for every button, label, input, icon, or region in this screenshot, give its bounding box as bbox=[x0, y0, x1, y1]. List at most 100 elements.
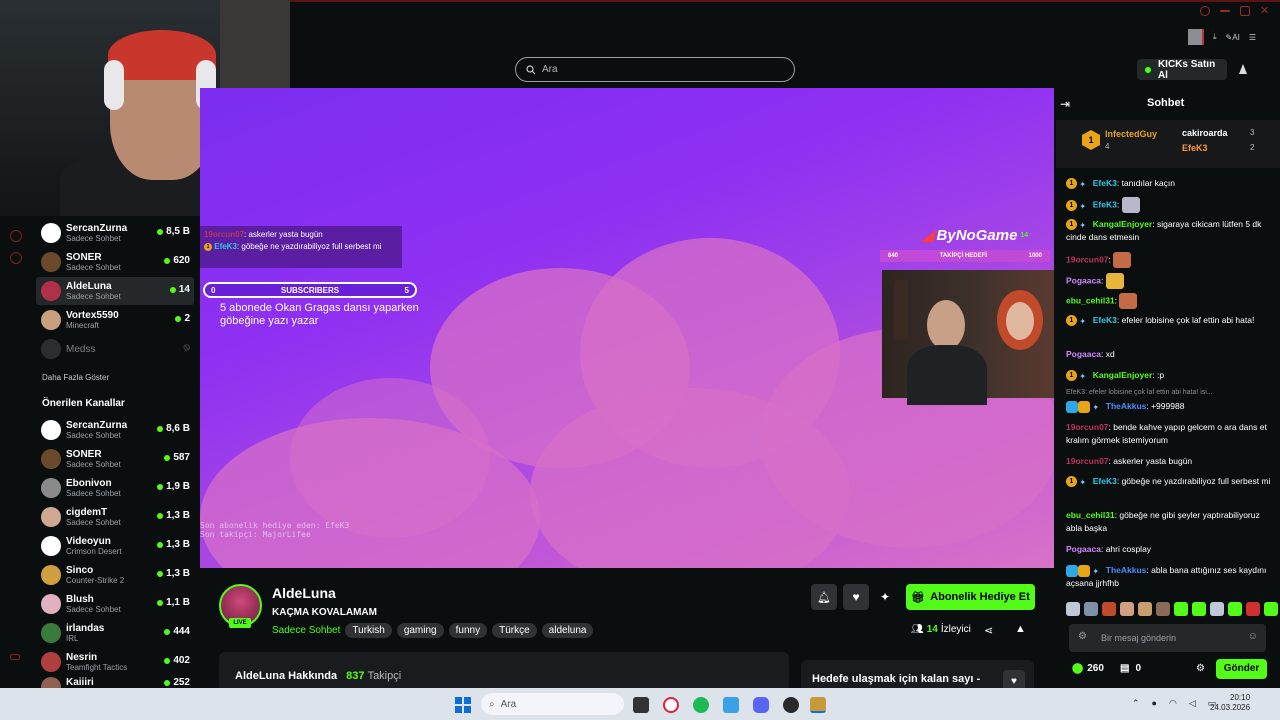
chat-username[interactable]: EfeK3 bbox=[1093, 178, 1117, 188]
chat-settings-icon[interactable]: ⚙ bbox=[1078, 631, 1087, 642]
tag-chip[interactable]: Türkçe bbox=[492, 623, 537, 638]
points-icon: ⬤ bbox=[1072, 663, 1084, 674]
share-icon[interactable]: ⋖ bbox=[984, 624, 993, 637]
emote-shortcut-icon[interactable] bbox=[1228, 602, 1242, 616]
emote-shortcut-icon[interactable] bbox=[1120, 602, 1134, 616]
wifi-icon[interactable]: ◠ bbox=[1169, 698, 1177, 709]
tag-chip[interactable]: Turkish bbox=[345, 623, 392, 638]
chat-username[interactable]: Pogaaca bbox=[1066, 349, 1101, 359]
channel-points[interactable]: ⬤ 260 bbox=[1072, 663, 1104, 674]
app-icon[interactable] bbox=[783, 697, 799, 713]
app-icon[interactable] bbox=[723, 697, 739, 713]
sidebar-item-recommended[interactable]: Kaiiiri 252 bbox=[36, 677, 194, 688]
emote-shortcut-icon[interactable] bbox=[1264, 602, 1278, 616]
chat-username[interactable]: TheAkkus bbox=[1106, 565, 1147, 575]
emote-shortcut-icon[interactable] bbox=[1174, 602, 1188, 616]
chat-username[interactable]: Pogaaca bbox=[1066, 544, 1101, 554]
emoji-icon[interactable]: ☺ bbox=[1248, 631, 1258, 642]
chat-message-input[interactable]: ⚙ Bir mesaj gönderin ☺ bbox=[1069, 624, 1266, 652]
guitar-shape bbox=[894, 280, 908, 340]
game-icon[interactable] bbox=[810, 697, 826, 713]
ai-button[interactable]: ✎AI bbox=[1226, 33, 1240, 42]
category-link[interactable]: Sadece Sohbet bbox=[272, 625, 340, 636]
chat-username[interactable]: 19orcun07 bbox=[1066, 456, 1109, 466]
sidebar-item-recommended[interactable]: cigdemT Sadece Sohbet 1,3 B bbox=[36, 503, 194, 531]
emote-shortcut-icon[interactable] bbox=[1192, 602, 1206, 616]
chat-message: 1 ✦ KangalEnjoyer: sigaraya cikicam lütf… bbox=[1066, 218, 1272, 244]
tag-chip[interactable]: gaming bbox=[396, 623, 444, 638]
sidebar-item-recommended[interactable]: Blush Sadece Sohbet 1,1 B bbox=[36, 590, 194, 618]
viewer-count: 14 bbox=[169, 284, 190, 295]
send-button[interactable]: Gönder bbox=[1216, 659, 1267, 679]
emote-shortcut-icon[interactable] bbox=[1138, 602, 1152, 616]
show-more-link[interactable]: Daha Fazla Göster bbox=[42, 373, 109, 382]
sidebar-item-recommended[interactable]: Sinco Counter-Strike 2 1,3 B bbox=[36, 561, 194, 589]
chat-username[interactable]: ebu_cehil31 bbox=[1066, 295, 1115, 305]
extension-icon[interactable] bbox=[1188, 29, 1204, 45]
collapse-chat-icon[interactable]: ⇥ bbox=[1060, 97, 1070, 111]
taskbar-search[interactable]: ⌕ Ara bbox=[481, 693, 624, 715]
microphone-icon[interactable]: ● bbox=[1152, 698, 1157, 709]
close-icon[interactable]: ✕ bbox=[1260, 6, 1270, 17]
taskbar-clock[interactable]: 20:10 24.03.2026 bbox=[1210, 693, 1250, 713]
volume-icon[interactable]: ◁ bbox=[1189, 698, 1196, 709]
user-avatar-icon[interactable] bbox=[1237, 62, 1249, 76]
tag-chip[interactable]: aldeluna bbox=[541, 623, 594, 638]
windows-start-icon[interactable] bbox=[455, 697, 471, 713]
download-icon[interactable]: ⤓ bbox=[1213, 32, 1217, 42]
sidebar-item-vortex5590[interactable]: Vortex5590 Minecraft 2 bbox=[36, 306, 194, 334]
sidebar-item-medss[interactable]: Medss ⦸ bbox=[36, 335, 194, 363]
minimize-icon[interactable] bbox=[1220, 10, 1230, 12]
chat-username[interactable]: KangalEnjoyer bbox=[1093, 219, 1153, 229]
sparkle-icon[interactable]: ✦ bbox=[880, 590, 890, 604]
rail-gx-icon[interactable] bbox=[10, 654, 20, 660]
chat-username[interactable]: 19orcun07 bbox=[1066, 422, 1109, 432]
gift-subscription-button[interactable]: 🎁︎ Abonelik Hediye Et bbox=[906, 584, 1035, 610]
emote-shortcut-icon[interactable] bbox=[1210, 602, 1224, 616]
spotify-icon[interactable] bbox=[693, 697, 709, 713]
chat-username[interactable]: EfeK3 bbox=[1093, 315, 1117, 325]
sidebar-item-sercanzurna[interactable]: SercanZurna Sadece Sohbet 8,5 B bbox=[36, 219, 194, 247]
chat-message: 19orcun07: bbox=[1066, 252, 1272, 268]
chat-gear-icon[interactable]: ⚙ bbox=[1196, 663, 1205, 674]
emote-shortcut-icon[interactable] bbox=[1084, 602, 1098, 616]
sidebar-item-recommended[interactable]: Nesrin Teamfight Tactics 402 bbox=[36, 648, 194, 676]
emote-shortcut-icon[interactable] bbox=[1102, 602, 1116, 616]
chat-username[interactable]: TheAkkus bbox=[1106, 401, 1147, 411]
tag-chip[interactable]: funny bbox=[448, 623, 488, 638]
chat-username[interactable]: EfeK3 bbox=[1093, 199, 1117, 209]
buy-kicks-button[interactable]: KICKs Satın Al bbox=[1137, 59, 1227, 81]
emote-shortcut-icon[interactable] bbox=[1066, 602, 1080, 616]
mod-badge-icon: ✦ bbox=[1079, 317, 1087, 327]
notification-button[interactable]: 🔔︎ bbox=[811, 584, 837, 610]
task-view-icon[interactable] bbox=[633, 697, 649, 713]
sidebar-item-recommended[interactable]: irlandas IRL 444 bbox=[36, 619, 194, 647]
discord-icon[interactable] bbox=[753, 697, 769, 713]
bell-icon: 🔔︎ bbox=[817, 591, 831, 604]
store-points[interactable]: ▤ 0 bbox=[1120, 663, 1141, 674]
menu-icon[interactable]: ☰ bbox=[1249, 33, 1256, 42]
chat-username[interactable]: Pogaaca bbox=[1066, 275, 1101, 285]
chat-username[interactable]: EfeK3 bbox=[1093, 476, 1117, 486]
window-search-icon[interactable] bbox=[1200, 6, 1210, 16]
opera-icon[interactable] bbox=[663, 697, 679, 713]
sidebar-item-recommended[interactable]: Ebonivon Sadece Sohbet 1,9 B bbox=[36, 474, 194, 502]
sidebar-item-recommended[interactable]: SONER Sadece Sohbet 587 bbox=[36, 445, 194, 473]
sidebar-item-aldeluna[interactable]: AldeLuna Sadece Sohbet 14 bbox=[36, 277, 194, 305]
sidebar-item-soner[interactable]: SONER Sadece Sohbet 620 bbox=[36, 248, 194, 276]
sidebar-item-recommended[interactable]: SercanZurna Sadece Sohbet 8,6 B bbox=[36, 416, 194, 444]
rail-settings-icon[interactable] bbox=[10, 252, 22, 264]
follow-button[interactable]: ♥ bbox=[843, 584, 869, 610]
chat-username[interactable]: KangalEnjoyer bbox=[1093, 370, 1153, 380]
chat-username[interactable]: ebu_cehil31 bbox=[1066, 510, 1115, 520]
chevron-up-icon[interactable]: ⌃ bbox=[1132, 698, 1140, 709]
report-icon[interactable]: ▲ bbox=[1015, 623, 1026, 635]
maximize-icon[interactable] bbox=[1240, 6, 1250, 16]
rail-home-icon[interactable] bbox=[10, 230, 22, 242]
sidebar-item-recommended[interactable]: Videoyun Crimson Desert 1,3 B bbox=[36, 532, 194, 560]
channel-name[interactable]: AldeLuna bbox=[272, 585, 336, 601]
chat-username[interactable]: 19orcun07 bbox=[1066, 254, 1109, 264]
search-input[interactable]: Ara bbox=[515, 57, 795, 82]
emote-shortcut-icon[interactable] bbox=[1156, 602, 1170, 616]
emote-shortcut-icon[interactable] bbox=[1246, 602, 1260, 616]
